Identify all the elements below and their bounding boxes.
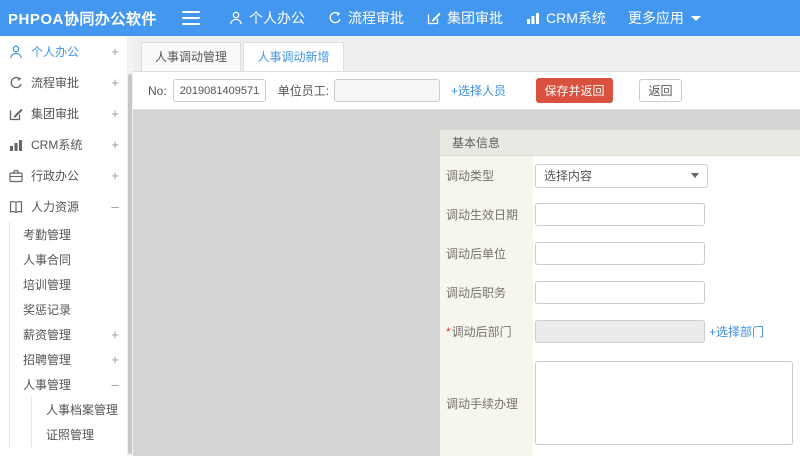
user-icon [228,10,244,26]
caret-down-icon [691,173,699,178]
field-label: 调动后单位 [440,234,533,273]
form-row-effective-date: 调动生效日期 [440,195,800,234]
edit-icon [426,10,442,26]
topnav-item-more-apps[interactable]: 更多应用 [628,8,701,28]
sidebar-item-personal[interactable]: 个人办公 + [0,36,127,67]
top-bar: PHPOA协同办公软件 个人办公 流程审批 集团审批 CRM系统 更多应用 [0,0,800,36]
topnav-item-personal[interactable]: 个人办公 [228,8,305,28]
app-window: PHPOA协同办公软件 个人办公 流程审批 集团审批 CRM系统 更多应用 [0,0,800,456]
sidebar-item-group-approval[interactable]: 集团审批 + [0,98,127,129]
sidebar-item-personnel-mgmt[interactable]: 人事管理– [10,372,127,397]
required-asterisk: * [446,325,451,339]
top-nav: 个人办公 流程审批 集团审批 CRM系统 更多应用 [228,8,701,28]
sidebar-item-recruitment[interactable]: 招聘管理+ [10,347,127,372]
sidebar-item-admin[interactable]: 行政办公 + [0,160,127,191]
employee-label: 单位员工: [278,82,329,99]
select-value: 选择内容 [544,167,592,184]
toolbar: No: 单位员工: +选择人员 保存并返回 返回 [133,72,800,110]
expand-icon[interactable]: + [109,75,121,90]
procedures-textarea[interactable] [535,361,793,445]
new-unit-input[interactable] [535,242,705,265]
field-label: 调动手续办理 [440,351,533,456]
app-logo: PHPOA协同办公软件 [0,8,182,29]
form-row-new-unit: 调动后单位 [440,234,800,273]
expand-icon[interactable]: + [109,327,121,342]
field-label: 调动生效日期 [440,195,533,234]
sidebar-item-rewards[interactable]: 奖惩记录 [10,297,127,322]
field-label: *调动后部门 [440,312,533,351]
save-and-return-button[interactable]: 保存并返回 [536,78,613,103]
form-row-new-position: 调动后职务 [440,273,800,312]
sidebar-item-workflow[interactable]: 流程审批 + [0,67,127,98]
topnav-item-crm[interactable]: CRM系统 [525,8,606,28]
tab-transfer-management[interactable]: 人事调动管理 [141,42,241,71]
sidebar-item-training[interactable]: 培训管理 [10,272,127,297]
caret-down-icon [691,16,701,21]
sidebar-item-attendance[interactable]: 考勤管理 [10,222,127,247]
user-icon [8,44,24,60]
briefcase-icon [8,168,24,184]
effective-date-input[interactable] [535,203,705,226]
expand-icon[interactable]: + [109,352,121,367]
select-person-link[interactable]: +选择人员 [451,82,506,99]
edit-icon [8,106,24,122]
section-title: 基本信息 [440,130,800,156]
sidebar-item-hr-contract[interactable]: 人事合同 [10,247,127,272]
collapse-icon[interactable]: – [109,199,121,214]
employee-input[interactable] [334,79,440,102]
flow-icon [8,75,24,91]
book-icon [8,199,24,215]
field-label: 调动类型 [440,156,533,195]
content-area: 基本信息 调动类型 选择内容 调动生效日期 调动后单位 [133,110,800,456]
new-position-input[interactable] [535,281,705,304]
select-department-link[interactable]: +选择部门 [709,323,764,340]
sidebar: 个人办公 + 流程审批 + 集团审批 + CRM系统 + 行政办公 + 人力资源… [0,36,127,456]
hamburger-menu-icon[interactable] [182,11,200,25]
sidebar-item-personnel-files[interactable]: 人事档案管理 [32,397,127,422]
flow-icon [327,10,343,26]
sidebar-item-hr[interactable]: 人力资源 – [0,191,127,222]
no-label: No: [148,84,167,98]
expand-icon[interactable]: + [109,44,121,59]
sidebar-item-crm[interactable]: CRM系统 + [0,129,127,160]
topnav-item-workflow[interactable]: 流程审批 [327,8,404,28]
bar-chart-icon [525,10,541,26]
expand-icon[interactable]: + [109,168,121,183]
field-label: 调动后职务 [440,273,533,312]
form-row-new-department: *调动后部门 +选择部门 [440,312,800,351]
new-department-input [535,320,705,343]
collapse-icon[interactable]: – [109,377,121,392]
tab-bar: 人事调动管理 人事调动新增 [133,36,800,72]
topnav-item-group-approval[interactable]: 集团审批 [426,8,503,28]
tab-transfer-new[interactable]: 人事调动新增 [243,42,344,71]
expand-icon[interactable]: + [109,106,121,121]
sidebar-item-certificates[interactable]: 证照管理 [32,422,127,447]
form-row-procedures: 调动手续办理 [440,351,800,456]
sidebar-hr-submenu: 考勤管理 人事合同 培训管理 奖惩记录 薪资管理+ 招聘管理+ 人事管理– 人事… [9,222,127,447]
scrollbar-thumb[interactable] [128,74,132,454]
bar-chart-icon [8,137,24,153]
sidebar-personnel-submenu: 人事档案管理 证照管理 [31,397,127,447]
back-button[interactable]: 返回 [639,79,682,102]
form-row-transfer-type: 调动类型 选择内容 [440,156,800,195]
transfer-type-select[interactable]: 选择内容 [535,164,708,188]
main-area: 人事调动管理 人事调动新增 No: 单位员工: +选择人员 保存并返回 返回 基… [133,36,800,456]
sidebar-item-salary[interactable]: 薪资管理+ [10,322,127,347]
no-input[interactable] [173,79,266,102]
expand-icon[interactable]: + [109,137,121,152]
basic-info-panel: 基本信息 调动类型 选择内容 调动生效日期 调动后单位 [440,130,800,456]
